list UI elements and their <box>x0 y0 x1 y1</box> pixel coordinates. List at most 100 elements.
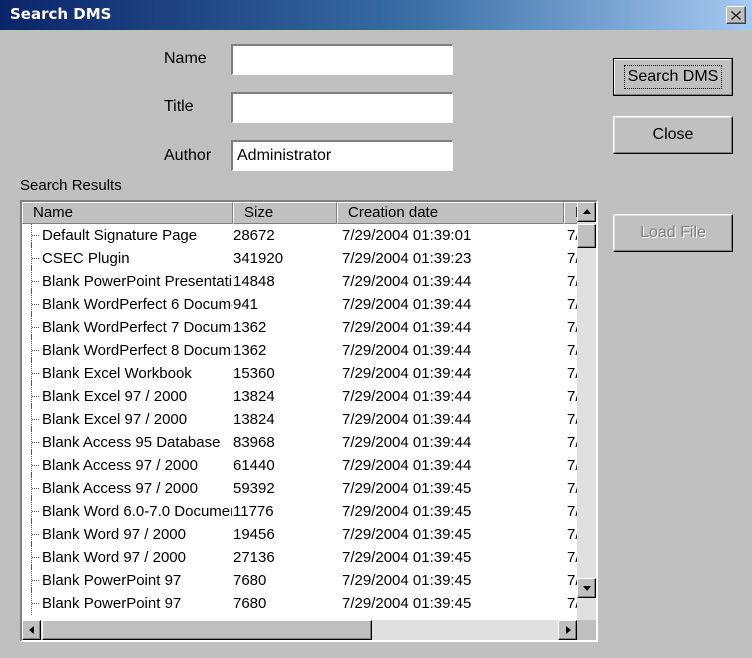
window-title: Search DMS <box>10 5 112 23</box>
table-row[interactable]: Blank PowerPoint 97 7680 7/29/2004 01:39:4… <box>22 588 577 615</box>
scroll-down-button[interactable] <box>577 578 596 598</box>
row-creation-date: 7/29/2004 01:39:44 <box>342 457 472 474</box>
row-modified: 7/29 <box>567 434 577 451</box>
row-modified: 7/29 <box>567 342 577 359</box>
table-row[interactable]: Blank WordPerfect 7 Document 1362 7/29/200… <box>22 312 577 339</box>
row-modified: 7/29 <box>567 296 577 313</box>
row-creation-date: 7/29/2004 01:39:45 <box>342 572 472 589</box>
vertical-scroll-thumb[interactable] <box>577 224 596 248</box>
title-input[interactable] <box>231 92 453 123</box>
row-name: Blank Word 6.0-7.0 Document <box>42 503 232 520</box>
scroll-up-button[interactable] <box>577 202 596 222</box>
row-name: Blank Word 97 / 2000 <box>42 526 186 543</box>
name-label: Name <box>164 50 207 67</box>
table-row[interactable]: Blank Excel Workbook 15360 7/29/2004 01:39… <box>22 358 577 385</box>
arrow-down-icon <box>583 586 591 591</box>
table-row[interactable]: Blank Word 97 / 2000 27136 7/29/2004 01:39… <box>22 542 577 569</box>
table-row[interactable]: Blank PowerPoint 97 7680 7/29/2004 01:39:4… <box>22 565 577 592</box>
scroll-left-button[interactable] <box>22 620 41 640</box>
row-size: 14848 <box>233 273 275 290</box>
row-name: Default Signature Page <box>42 227 198 244</box>
row-creation-date: 7/29/2004 01:39:44 <box>342 273 472 290</box>
column-header-creation-date[interactable]: Creation date <box>337 202 564 224</box>
row-size: 7680 <box>233 595 267 612</box>
title-label: Title <box>164 98 194 115</box>
table-row[interactable]: Blank WordPerfect 8 Document 1362 7/29/200… <box>22 335 577 362</box>
row-size: 13824 <box>233 411 275 428</box>
row-modified: 7/29 <box>567 480 577 497</box>
close-button[interactable]: Close <box>613 116 733 154</box>
row-name: Blank Access 95 Database <box>42 434 221 451</box>
row-name: Blank Excel Workbook <box>42 365 192 382</box>
name-input[interactable] <box>231 44 453 75</box>
row-size: 1362 <box>233 342 267 359</box>
row-creation-date: 7/29/2004 01:39:44 <box>342 342 472 359</box>
row-name: Blank WordPerfect 7 Document <box>42 319 232 336</box>
results-rows: Default Signature Page 28672 7/29/2004 01:… <box>22 224 577 620</box>
search-results-label: Search Results <box>20 177 122 194</box>
row-modified: 7/29 <box>567 273 577 290</box>
table-row[interactable]: CSEC Plugin 341920 7/29/2004 01:39:23 7/29 <box>22 243 577 270</box>
row-name: Blank Access 97 / 2000 <box>42 457 198 474</box>
table-row[interactable]: Blank Word 97 / 2000 19456 7/29/2004 01:39… <box>22 519 577 546</box>
table-row[interactable]: Blank Access 97 / 2000 59392 7/29/2004 01:… <box>22 473 577 500</box>
search-dms-button[interactable]: Search DMS <box>613 58 733 96</box>
author-input[interactable] <box>231 140 453 171</box>
row-modified: 7/29 <box>567 503 577 520</box>
horizontal-scrollbar[interactable] <box>22 620 577 640</box>
row-creation-date: 7/29/2004 01:39:23 <box>342 250 472 267</box>
row-size: 1362 <box>233 319 267 336</box>
table-row[interactable]: Blank Access 95 Database 83968 7/29/2004 0… <box>22 427 577 454</box>
table-row[interactable]: Blank Excel 97 / 2000 13824 7/29/2004 01:3… <box>22 381 577 408</box>
arrow-left-icon <box>29 626 34 634</box>
table-row[interactable]: Blank PowerPoint Presentation 14848 7/29/2… <box>22 266 577 293</box>
row-modified: 7/29 <box>567 227 577 244</box>
row-modified: 7/29 <box>567 319 577 336</box>
row-creation-date: 7/29/2004 01:39:45 <box>342 549 472 566</box>
row-name: CSEC Plugin <box>42 250 130 267</box>
table-row[interactable]: Blank Word 6.0-7.0 Document 11776 7/29/200… <box>22 496 577 523</box>
row-size: 27136 <box>233 549 275 566</box>
window-close-button[interactable] <box>726 6 746 24</box>
row-size: 19456 <box>233 526 275 543</box>
row-modified: 7/29 <box>567 549 577 566</box>
column-header-size[interactable]: Size <box>233 202 337 224</box>
row-size: 59392 <box>233 480 275 497</box>
row-size: 15360 <box>233 365 275 382</box>
row-name: Blank PowerPoint 97 <box>42 595 182 612</box>
scroll-right-button[interactable] <box>558 620 577 640</box>
row-name: Blank WordPerfect 8 Document <box>42 342 232 359</box>
row-creation-date: 7/29/2004 01:39:45 <box>342 595 472 612</box>
search-results-list[interactable]: Name Size Creation date Mo Default Signa… <box>20 200 598 642</box>
row-size: 11776 <box>233 503 274 520</box>
table-row[interactable]: Blank Excel 97 / 2000 13824 7/29/2004 01:3… <box>22 404 577 431</box>
table-row[interactable]: Blank Access 97 / 2000 61440 7/29/2004 01:… <box>22 450 577 477</box>
load-file-button-label: Load File <box>640 224 706 241</box>
row-creation-date: 7/29/2004 01:39:45 <box>342 503 472 520</box>
row-modified: 7/29 <box>567 457 577 474</box>
horizontal-scroll-thumb[interactable] <box>42 620 372 640</box>
load-file-button[interactable]: Load File <box>613 214 733 252</box>
row-creation-date: 7/29/2004 01:39:44 <box>342 388 472 405</box>
tree-connector <box>31 588 41 615</box>
row-size: 7680 <box>233 572 267 589</box>
row-name: Blank Excel 97 / 2000 <box>42 411 188 428</box>
title-bar[interactable]: Search DMS <box>0 0 752 30</box>
row-size: 941 <box>233 296 259 313</box>
column-header-name[interactable]: Name <box>22 202 233 224</box>
row-creation-date: 7/29/2004 01:39:44 <box>342 296 472 313</box>
row-modified: 7/29 <box>567 526 577 543</box>
table-row[interactable]: Blank WordPerfect 6 Document 941 7/29/2004… <box>22 289 577 316</box>
table-row[interactable]: Default Signature Page 28672 7/29/2004 01:… <box>22 224 577 247</box>
row-name: Blank PowerPoint Presentation <box>42 273 232 290</box>
row-size: 83968 <box>233 434 275 451</box>
row-creation-date: 7/29/2004 01:39:44 <box>342 411 472 428</box>
scrollbar-corner <box>577 620 596 640</box>
search-dms-dialog: Search DMS Name Title Author Search Resu… <box>0 0 752 658</box>
close-button-label: Close <box>652 126 694 143</box>
row-name: Blank Access 97 / 2000 <box>42 480 198 497</box>
author-label: Author <box>164 147 212 164</box>
results-header: Name Size Creation date Mo <box>22 202 596 224</box>
search-dms-button-label: Search DMS <box>623 65 723 89</box>
vertical-scrollbar[interactable] <box>577 202 596 620</box>
